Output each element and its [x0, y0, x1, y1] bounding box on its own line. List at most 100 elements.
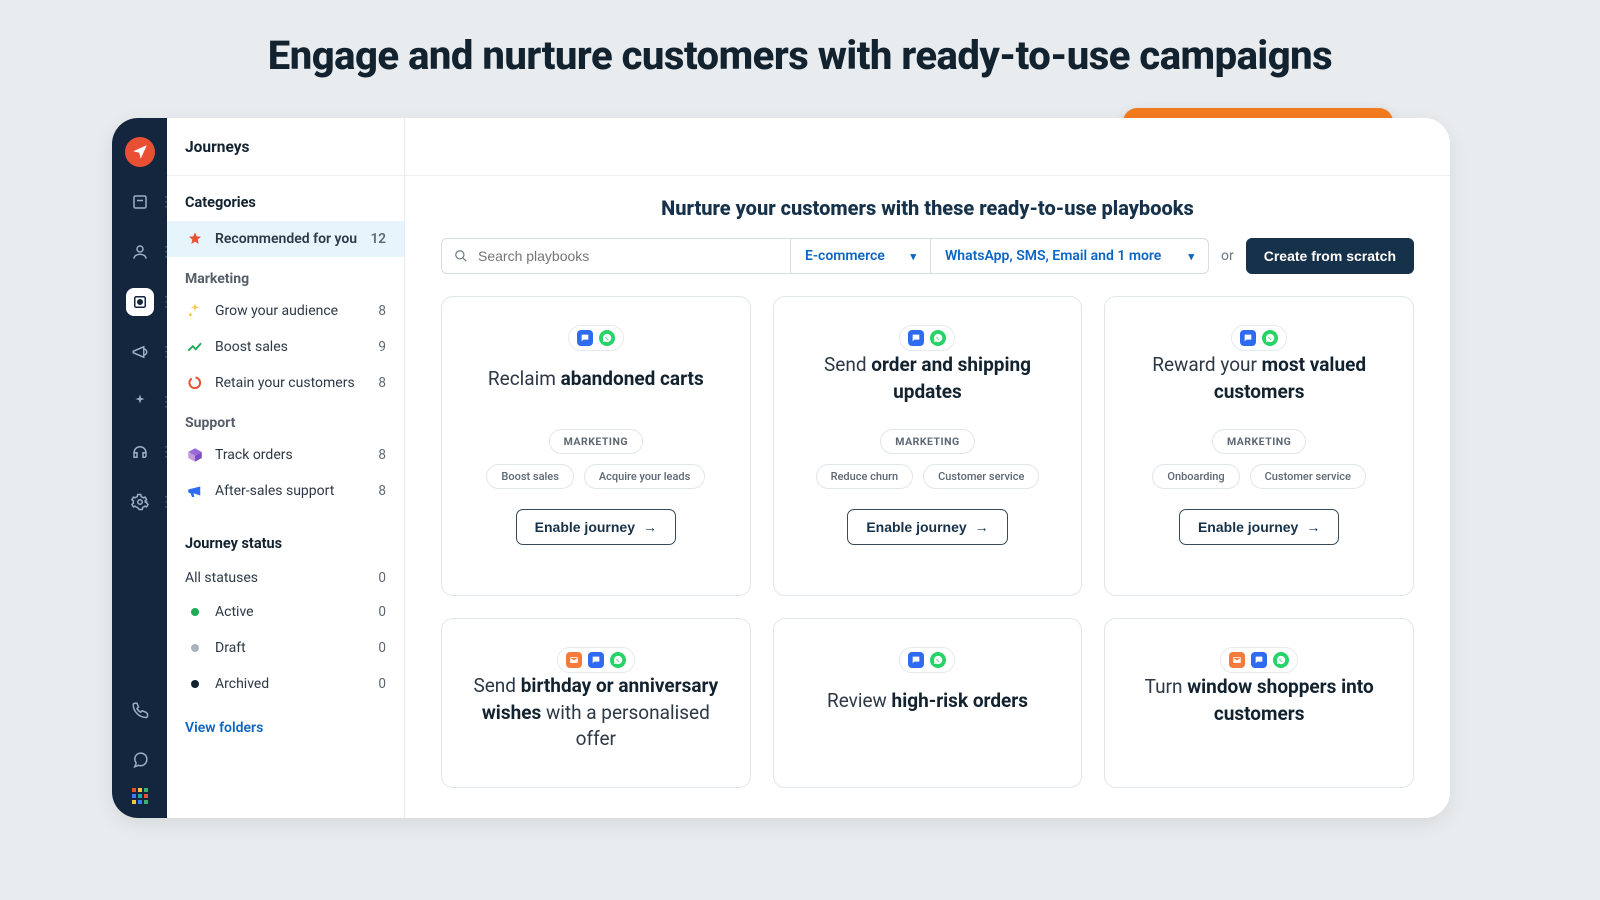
- sidebar-item-label: Draft: [215, 640, 246, 656]
- sms-icon: [588, 652, 604, 668]
- sidebar-status-active[interactable]: Active 0: [167, 594, 404, 630]
- star-icon: [185, 229, 205, 249]
- search-icon: [454, 249, 468, 263]
- select-value: WhatsApp, SMS, Email and 1 more: [945, 248, 1161, 264]
- kebab-icon[interactable]: ⋮: [159, 200, 163, 204]
- sms-icon: [908, 330, 924, 346]
- nav-rail: ⋮ ⋮ ⋮ ⋮ ⋮ ⋮ ⋮: [112, 118, 167, 818]
- sidebar-item-label: Grow your audience: [215, 303, 338, 319]
- arrow-right-icon: →: [1306, 519, 1320, 535]
- sidebar-item-count: 9: [378, 339, 386, 355]
- sidebar-status-draft[interactable]: Draft 0: [167, 630, 404, 666]
- page-title: Nurture your customers with these ready-…: [441, 196, 1414, 220]
- sidebar-item-aftersales[interactable]: After-sales support 8: [167, 473, 404, 509]
- sidebar-item-label: Active: [215, 604, 254, 620]
- megaphone-icon: [185, 481, 205, 501]
- search-input[interactable]: [478, 248, 778, 264]
- status-dot-icon: [185, 602, 205, 622]
- nav-inbox-icon[interactable]: [126, 188, 154, 216]
- channel-icons: [1231, 325, 1287, 351]
- card-title: Reward your most valued customers: [1127, 351, 1391, 407]
- whatsapp-icon: [930, 330, 946, 346]
- sidebar-item-count: 0: [378, 604, 386, 620]
- status-dot-icon: [185, 674, 205, 694]
- enable-journey-button[interactable]: Enable journey →: [1179, 509, 1339, 545]
- whatsapp-icon: [930, 652, 946, 668]
- channel-icons: [557, 647, 635, 673]
- chevron-down-icon: ▾: [910, 250, 916, 263]
- card-category-tag: MARKETING: [1212, 429, 1306, 454]
- playbook-card[interactable]: Reward your most valued customers MARKETI…: [1104, 296, 1414, 596]
- card-tags: MARKETINGBoost salesAcquire your leads: [486, 429, 705, 491]
- nav-campaigns-icon[interactable]: [126, 338, 154, 366]
- sidebar-item-retain[interactable]: Retain your customers 8: [167, 365, 404, 401]
- create-from-scratch-button[interactable]: Create from scratch: [1246, 238, 1414, 274]
- sidebar-item-label: Archived: [215, 676, 269, 692]
- playbook-card[interactable]: Turn window shoppers into customers: [1104, 618, 1414, 788]
- arrow-right-icon: →: [643, 519, 657, 535]
- enable-journey-button[interactable]: Enable journey →: [847, 509, 1007, 545]
- view-folders-link[interactable]: View folders: [167, 702, 404, 754]
- sidebar-item-boost[interactable]: Boost sales 9: [167, 329, 404, 365]
- or-label: or: [1209, 248, 1246, 264]
- whatsapp-icon: [599, 330, 615, 346]
- card-title: Turn window shoppers into customers: [1127, 673, 1391, 729]
- nav-sparkle-icon[interactable]: [126, 388, 154, 416]
- sidebar-status-all[interactable]: All statuses 0: [167, 562, 404, 594]
- trend-up-icon: [185, 337, 205, 357]
- sidebar-item-recommended[interactable]: Recommended for you 12: [167, 221, 404, 257]
- playbook-card[interactable]: Review high-risk orders: [773, 618, 1083, 788]
- sidebar-status-archived[interactable]: Archived 0: [167, 666, 404, 702]
- card-tag: Onboarding: [1152, 464, 1239, 489]
- sidebar-item-grow[interactable]: Grow your audience 8: [167, 293, 404, 329]
- kebab-icon[interactable]: ⋮: [159, 300, 163, 304]
- playbook-card[interactable]: Send birthday or anniversary wishes with…: [441, 618, 751, 788]
- brand-icon[interactable]: [125, 137, 155, 167]
- select-value: E-commerce: [805, 248, 885, 264]
- nav-chat-icon[interactable]: [126, 746, 154, 774]
- email-icon: [1229, 652, 1245, 668]
- sidebar-item-count: 8: [378, 483, 386, 499]
- kebab-icon[interactable]: ⋮: [159, 400, 163, 404]
- sidebar-item-label: After-sales support: [215, 483, 334, 499]
- kebab-icon[interactable]: ⋮: [159, 350, 163, 354]
- playbook-card[interactable]: Reclaim abandoned cartsMARKETINGBoost sa…: [441, 296, 751, 596]
- channel-icons: [568, 325, 624, 351]
- card-tag: Customer service: [923, 464, 1039, 489]
- whatsapp-icon: [1273, 652, 1289, 668]
- enable-journey-button[interactable]: Enable journey →: [516, 509, 676, 545]
- nav-phone-icon[interactable]: [126, 696, 154, 724]
- card-tags: MARKETING Onboarding Customer service: [1152, 429, 1365, 491]
- channels-select[interactable]: WhatsApp, SMS, Email and 1 more ▾: [931, 238, 1209, 274]
- nav-settings-icon[interactable]: [126, 488, 154, 516]
- sidebar-item-track[interactable]: Track orders 8: [167, 437, 404, 473]
- card-grid: Reclaim abandoned cartsMARKETINGBoost sa…: [441, 296, 1414, 788]
- support-heading: Support: [167, 401, 404, 437]
- nav-support-icon[interactable]: [126, 438, 154, 466]
- industry-select[interactable]: E-commerce ▾: [791, 238, 931, 274]
- sms-icon: [577, 330, 593, 346]
- sidebar-item-count: 8: [378, 447, 386, 463]
- sidebar-item-label: Retain your customers: [215, 375, 355, 391]
- kebab-icon[interactable]: ⋮: [159, 500, 163, 504]
- card-tags: MARKETINGReduce churnCustomer service: [816, 429, 1040, 491]
- filter-bar: E-commerce ▾ WhatsApp, SMS, Email and 1 …: [441, 238, 1414, 274]
- email-icon: [566, 652, 582, 668]
- nav-contacts-icon[interactable]: [126, 238, 154, 266]
- card-tag: Acquire your leads: [584, 464, 705, 489]
- app-window: ⋮ ⋮ ⋮ ⋮ ⋮ ⋮ ⋮ Journeys Categories Recomm…: [112, 118, 1450, 818]
- search-input-wrap[interactable]: [441, 238, 791, 274]
- sms-icon: [1251, 652, 1267, 668]
- status-heading: Journey status: [167, 509, 404, 562]
- card-category-tag: MARKETING: [880, 429, 974, 454]
- status-dot-icon: [185, 638, 205, 658]
- kebab-icon[interactable]: ⋮: [159, 450, 163, 454]
- playbook-card[interactable]: Send order and shipping updatesMARKETING…: [773, 296, 1083, 596]
- nav-journeys-icon[interactable]: [126, 288, 154, 316]
- kebab-icon[interactable]: ⋮: [159, 250, 163, 254]
- sparkle-icon: [185, 301, 205, 321]
- card-tag: Customer service: [1250, 464, 1366, 489]
- card-title: Review high-risk orders: [827, 673, 1028, 729]
- app-switcher-icon[interactable]: [132, 788, 148, 804]
- card-tag: Boost sales: [486, 464, 573, 489]
